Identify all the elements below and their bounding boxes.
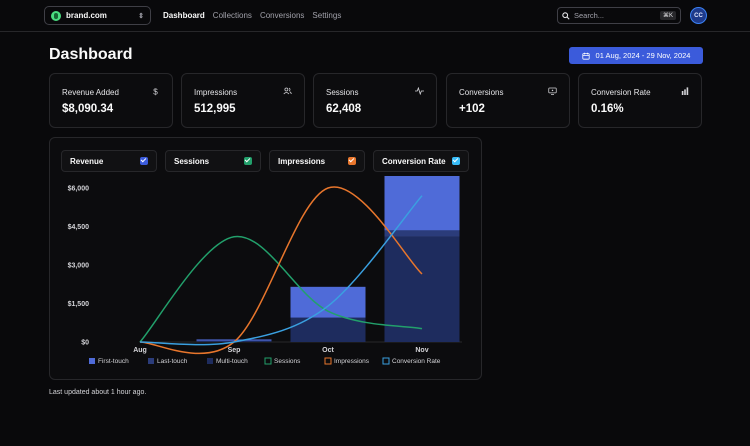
checkbox-icon[interactable] — [140, 157, 148, 165]
legend-swatch — [382, 357, 390, 365]
legend-label: Conversion Rate — [392, 358, 441, 365]
y-tick-label: $1,500 — [68, 301, 90, 308]
x-tick-label: Nov — [415, 347, 428, 354]
x-tick-label: Sep — [228, 347, 241, 354]
activity-icon — [415, 87, 424, 95]
legend-swatch — [264, 357, 272, 365]
stat-label: Revenue Added — [62, 88, 119, 97]
y-tick-label: $4,500 — [68, 224, 90, 231]
bar-first-touch — [384, 176, 460, 231]
legend-swatch — [207, 358, 213, 364]
top-bar: brand.com ⇕ Dashboard Collections Conver… — [0, 0, 750, 32]
brand-switcher[interactable]: brand.com ⇕ — [44, 6, 151, 25]
date-range-label: 01 Aug, 2024 - 29 Nov, 2024 — [595, 51, 691, 60]
avatar[interactable]: CC — [690, 7, 707, 24]
main-nav: Dashboard Collections Conversions Settin… — [163, 11, 341, 20]
toggle-label: Sessions — [174, 156, 210, 166]
checkbox-icon[interactable] — [348, 157, 356, 165]
stat-label: Conversion Rate — [591, 88, 651, 97]
search-icon — [562, 11, 570, 20]
stat-value: 0.16% — [591, 103, 624, 115]
stat-value: 512,995 — [194, 103, 236, 115]
legend-label: Multi-touch — [216, 358, 248, 365]
date-range-button[interactable]: 01 Aug, 2024 - 29 Nov, 2024 — [569, 47, 703, 64]
legend-swatch — [324, 357, 332, 365]
stat-card-impressions: Impressions 512,995 — [181, 73, 305, 128]
stat-value: 62,408 — [326, 103, 362, 115]
search-shortcut: ⌘K — [659, 11, 676, 20]
line-sessions — [139, 236, 423, 343]
nav-collections[interactable]: Collections — [213, 11, 252, 20]
stat-card-conversion-rate: Conversion Rate 0.16% — [578, 73, 702, 128]
legend-swatch — [148, 358, 154, 364]
brand-name: brand.com — [66, 11, 107, 20]
page-title: Dashboard — [49, 46, 133, 63]
y-tick-label: $3,000 — [68, 263, 90, 270]
y-tick-label: $6,000 — [68, 186, 90, 193]
stat-card-conversions: Conversions +102 — [446, 73, 570, 128]
bar-multi-touch — [290, 317, 366, 342]
stat-card-revenue: Revenue Added $8,090.34 $ — [49, 73, 173, 128]
toggle-label: Impressions — [278, 156, 326, 166]
nav-settings[interactable]: Settings — [312, 11, 341, 20]
stat-value: $8,090.34 — [62, 103, 114, 115]
legend-label: Last-touch — [157, 358, 188, 365]
revenue-chart: $0 $1,500 $3,000 $4,500 $6,000 Aug Sep Oct Nov Fi… — [68, 176, 462, 365]
toggle-label: Revenue — [70, 156, 104, 166]
toggle-conversion-rate[interactable]: Conversion Rate — [373, 150, 469, 172]
search-placeholder: Search... — [574, 11, 605, 20]
svg-text:$: $ — [153, 88, 158, 96]
users-icon — [283, 87, 292, 95]
toggle-impressions[interactable]: Impressions — [269, 150, 365, 172]
checkbox-icon[interactable] — [452, 157, 460, 165]
bar-first-touch — [290, 286, 366, 318]
toggle-label: Conversion Rate — [382, 156, 446, 166]
legend-label: Impressions — [334, 358, 370, 365]
stat-label: Impressions — [194, 88, 238, 97]
bar-chart-icon — [681, 87, 689, 95]
line-conversion-rate — [139, 195, 423, 346]
toggle-sessions[interactable]: Sessions — [165, 150, 261, 172]
last-updated-text: Last updated about 1 hour ago. — [49, 389, 147, 396]
x-tick-label: Oct — [322, 347, 334, 354]
x-tick-label: Aug — [133, 347, 147, 354]
dollar-icon: $ — [153, 88, 158, 96]
stat-label: Sessions — [326, 88, 359, 97]
stat-card-sessions: Sessions 62,408 — [313, 73, 437, 128]
stat-label: Conversions — [459, 88, 504, 97]
toggle-revenue[interactable]: Revenue — [61, 150, 157, 172]
stat-value: +102 — [459, 103, 485, 115]
legend-label: Sessions — [274, 358, 301, 365]
line-impressions — [139, 186, 423, 355]
monitor-icon — [548, 87, 557, 95]
legend-swatch — [89, 358, 95, 364]
calendar-icon — [581, 52, 590, 60]
nav-conversions[interactable]: Conversions — [260, 11, 304, 20]
legend-label: First-touch — [98, 358, 129, 365]
nav-dashboard[interactable]: Dashboard — [163, 11, 205, 20]
bar-first-touch — [196, 339, 272, 341]
checkbox-icon[interactable] — [244, 157, 252, 165]
y-tick-label: $0 — [81, 340, 89, 347]
bar-last-touch — [384, 230, 460, 237]
brand-logo-icon — [51, 10, 61, 21]
chevron-up-down-icon: ⇕ — [138, 12, 144, 20]
search-input[interactable]: Search... ⌘K — [557, 7, 681, 24]
